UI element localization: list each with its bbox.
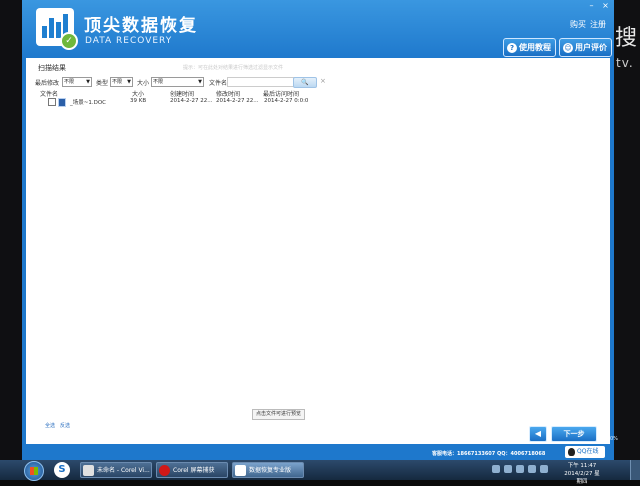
file-size: 39 KB (130, 98, 147, 104)
search-icon: 🔍 (301, 79, 309, 86)
last-modified-select[interactable]: 不限 ▼ (62, 77, 92, 87)
user-review-button[interactable]: ☺ 用户评价 (559, 38, 612, 57)
task-label: Corel 屏幕捕获 (173, 467, 215, 474)
app-window: ✓ 顶尖数据恢复 DATA RECOVERY 购买 注册 – × ? 使用教程 ☺… (22, 0, 618, 460)
column-accessed[interactable]: 最后访问时间 (263, 89, 299, 98)
filename-input[interactable] (227, 77, 299, 87)
search-button[interactable]: 🔍 (293, 77, 317, 88)
document-icon (58, 98, 66, 107)
preview-hint: 点击文件可进行预览 (252, 409, 306, 420)
qq-penguin-icon (568, 447, 575, 456)
column-filename[interactable]: 文件名 (40, 89, 58, 98)
watermark-domain: tv. (616, 56, 634, 70)
table-row[interactable]: _场景~1.DOC 39 KB 2014-2-27 22... 2014-2-2… (48, 98, 338, 107)
window-controls: – × (534, 0, 614, 12)
back-button[interactable]: ◀ (529, 426, 547, 442)
corel-video-icon (83, 465, 94, 476)
size-value: 不限 (153, 79, 164, 85)
support-hotline: 客服电话：18667133607 QQ：4006718068 (432, 451, 546, 457)
flag-icon[interactable] (540, 465, 548, 473)
filename-label: 文件名 (209, 80, 228, 87)
column-modified[interactable]: 修改时间 (216, 89, 240, 98)
record-icon (159, 465, 170, 476)
show-desktop-button[interactable] (630, 460, 640, 480)
row-checkbox[interactable] (48, 98, 56, 106)
clear-filter-icon[interactable]: × (320, 77, 326, 85)
start-button[interactable] (24, 461, 44, 481)
video-left-border (0, 0, 22, 460)
task-corel-video[interactable]: 未命名 - Corel Vi... (80, 462, 152, 478)
clock-date: 2014/2/27 星期四 (564, 471, 600, 485)
tray-icon[interactable] (492, 465, 500, 473)
qq-label: QQ在线 (577, 448, 599, 455)
system-tray (492, 463, 548, 477)
chevron-down-icon: ▼ (127, 79, 131, 85)
brand-title: 顶尖数据恢复 (84, 16, 198, 36)
video-right-border: 搜 tv. (614, 0, 640, 460)
tray-icon[interactable] (504, 465, 512, 473)
arrow-left-icon: ◀ (534, 429, 542, 438)
filter-bar: 最后修改 不限 ▼ 类型 不限 ▼ 大小 不限 ▼ 文件名 🔍 × (35, 77, 335, 88)
type-value: 不限 (112, 79, 123, 85)
column-size[interactable]: 大小 (132, 89, 144, 98)
invert-selection-link[interactable]: 反选 (60, 422, 70, 429)
select-all-link[interactable]: 全选 (45, 422, 55, 429)
register-link[interactable]: 注册 (590, 19, 606, 30)
chevron-down-icon: ▼ (198, 79, 202, 85)
help-icon: ? (507, 42, 517, 53)
results-table-header: 文件名 大小 创建时间 修改时间 最后访问时间 (38, 89, 328, 98)
app-logo-icon: ✓ (36, 8, 78, 50)
type-select[interactable]: 不限 ▼ (110, 77, 133, 87)
qq-online-button[interactable]: QQ在线 (565, 446, 605, 458)
chevron-down-icon: ▼ (86, 79, 90, 85)
file-created: 2014-2-27 22... (170, 98, 213, 104)
task-label: 数据恢复专业版 (249, 467, 292, 474)
scan-results-panel: 扫描结果 提示：可在此处对结果进行筛选过滤显示文件 最后修改 不限 ▼ 类型 不限… (26, 58, 610, 444)
task-data-recovery[interactable]: 数据恢复专业版 (232, 462, 304, 478)
task-label: 未命名 - Corel Vi... (97, 467, 150, 474)
sogou-icon[interactable]: S (54, 462, 70, 478)
volume-icon[interactable] (528, 465, 536, 473)
size-label: 大小 (137, 80, 150, 87)
clock-time: 下午 11:47 (567, 463, 597, 469)
panel-title: 扫描结果 (38, 64, 66, 72)
column-created[interactable]: 创建时间 (170, 89, 194, 98)
next-step-button[interactable]: 下一步 (551, 426, 597, 442)
type-label: 类型 (96, 80, 109, 87)
progress-percent: 0% (610, 436, 618, 442)
size-select[interactable]: 不限 ▼ (151, 77, 204, 87)
windows-logo-icon (30, 467, 38, 475)
app-header: ✓ 顶尖数据恢复 DATA RECOVERY 购买 注册 – × ? 使用教程 ☺… (22, 0, 614, 58)
task-corel-capture[interactable]: Corel 屏幕捕获 (156, 462, 228, 478)
buy-link[interactable]: 购买 (570, 19, 586, 30)
watermark-text: 搜 (615, 26, 638, 51)
filter-hint: 提示：可在此处对结果进行筛选过滤显示文件 (183, 65, 284, 71)
file-accessed: 2014-2-27 0:0:0 (264, 98, 309, 104)
taskbar: S 未命名 - Corel Vi... Corel 屏幕捕获 数据恢复专业版 下… (0, 460, 640, 485)
last-modified-value: 不限 (64, 79, 75, 85)
clock[interactable]: 下午 11:47 2014/2/27 星期四 (562, 462, 602, 486)
file-name: _场景~1.DOC (70, 100, 107, 106)
user-review-label: 用户评价 (575, 43, 607, 52)
brand-subtitle: DATA RECOVERY (85, 36, 173, 46)
last-modified-label: 最后修改 (35, 80, 60, 87)
tutorial-label: 使用教程 (519, 43, 551, 52)
file-modified: 2014-2-27 22... (216, 98, 259, 104)
data-recovery-icon (235, 465, 246, 476)
user-icon: ☺ (563, 42, 573, 53)
close-button[interactable]: × (600, 1, 611, 10)
minimize-button[interactable]: – (586, 1, 597, 10)
tutorial-button[interactable]: ? 使用教程 (503, 38, 556, 57)
network-icon[interactable] (516, 465, 524, 473)
check-icon: ✓ (60, 32, 78, 50)
